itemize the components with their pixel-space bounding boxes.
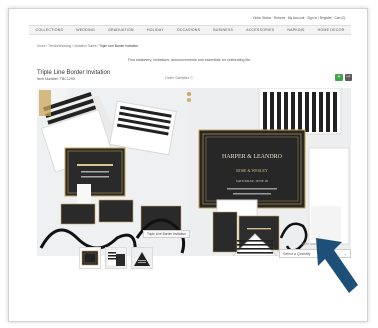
pointer-arrow-icon [316, 238, 358, 293]
nav-item-home-decor[interactable]: HOME DECOR [318, 28, 345, 32]
nav-item-occasions[interactable]: OCCASIONS [177, 28, 200, 32]
invitation-names-line: HARPER & LEANDRO [222, 154, 283, 160]
nav-item-graduation[interactable]: GRADUATION [108, 28, 134, 32]
thumbnail-2[interactable] [105, 247, 127, 269]
image-tooltip: Triple Line Border Invitation [143, 230, 190, 238]
quantity-placeholder: Select a Quantity [283, 252, 311, 256]
nav-item-business[interactable]: BUSINESS [213, 28, 233, 32]
breadcrumb-current: Triple Line Border Invitation [99, 44, 139, 48]
product-title: Triple Line Border Invitation [37, 70, 111, 76]
nav-item-collections[interactable]: COLLECTIONS [36, 28, 64, 32]
account-links[interactable]: Order Status · Returns · My Account · Si… [253, 16, 345, 20]
order-samples-link[interactable]: Order Samples ⓘ [165, 76, 194, 81]
breadcrumb-home[interactable]: Home [37, 44, 46, 48]
utility-bar: Order Status · Returns · My Account · Si… [17, 14, 362, 23]
product-photo: HARPER & LEANDRO ROSE & WESLEY SATURDAY,… [37, 88, 351, 256]
thumbnail-3[interactable] [131, 247, 153, 269]
nav-item-napkins[interactable]: NAPKINS [287, 28, 304, 32]
nav-item-holiday[interactable]: HOLIDAY [147, 28, 164, 32]
nav-item-accessories[interactable]: ACCESSORIES [246, 28, 274, 32]
nav-item-wedding[interactable]: WEDDING [76, 28, 95, 32]
share-icon[interactable]: ⇨ [345, 74, 352, 81]
main-navigation: COLLECTIONS WEDDING GRADUATION HOLIDAY O… [29, 25, 351, 35]
breadcrumb-suites[interactable]: Invitation Suites [74, 44, 97, 48]
product-page: Order Status · Returns · My Account · Si… [17, 14, 362, 319]
thumbnail-1[interactable] [79, 247, 101, 269]
breadcrumb-wedding[interactable]: Trends/Wedding [48, 44, 71, 48]
plus-icon[interactable]: + [335, 74, 343, 81]
invitation-hosts-line: ROSE & WESLEY [236, 168, 268, 173]
breadcrumb: Home / Trends/Wedding / Invitation Suite… [37, 44, 139, 48]
item-number: Item Number: TBC1290 [37, 77, 75, 81]
promo-banner: Find stationery, invitations, announceme… [127, 58, 252, 62]
